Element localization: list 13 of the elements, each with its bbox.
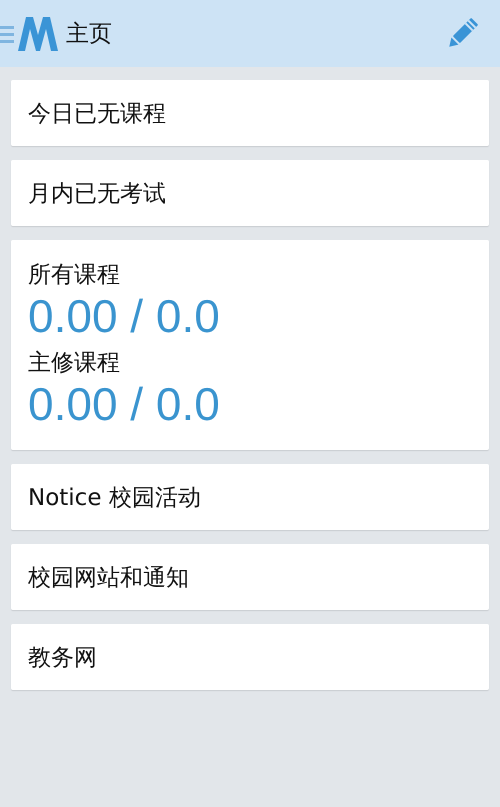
gpa-value: 0.00 / 0.0 (28, 290, 220, 342)
page-title: 主页 (66, 20, 112, 49)
gpa-value: 0.00 / 0.0 (28, 378, 220, 430)
gpa-label: 所有课程 (28, 261, 120, 290)
menu-card[interactable]: Notice 校园活动 (11, 464, 489, 530)
menu-card[interactable]: 校园网站和通知 (11, 544, 489, 610)
menu-card[interactable]: 今日已无课程 (11, 80, 489, 146)
menu-card[interactable]: 教务网 (11, 624, 489, 690)
gpa-label: 主修课程 (28, 349, 120, 378)
logo-icon (18, 16, 58, 50)
gpa-card[interactable]: 所有课程 0.00 / 0.0 主修课程 0.00 / 0.0 (11, 240, 489, 450)
menu-card[interactable]: 月内已无考试 (11, 160, 489, 226)
menu-icon[interactable] (0, 24, 14, 44)
